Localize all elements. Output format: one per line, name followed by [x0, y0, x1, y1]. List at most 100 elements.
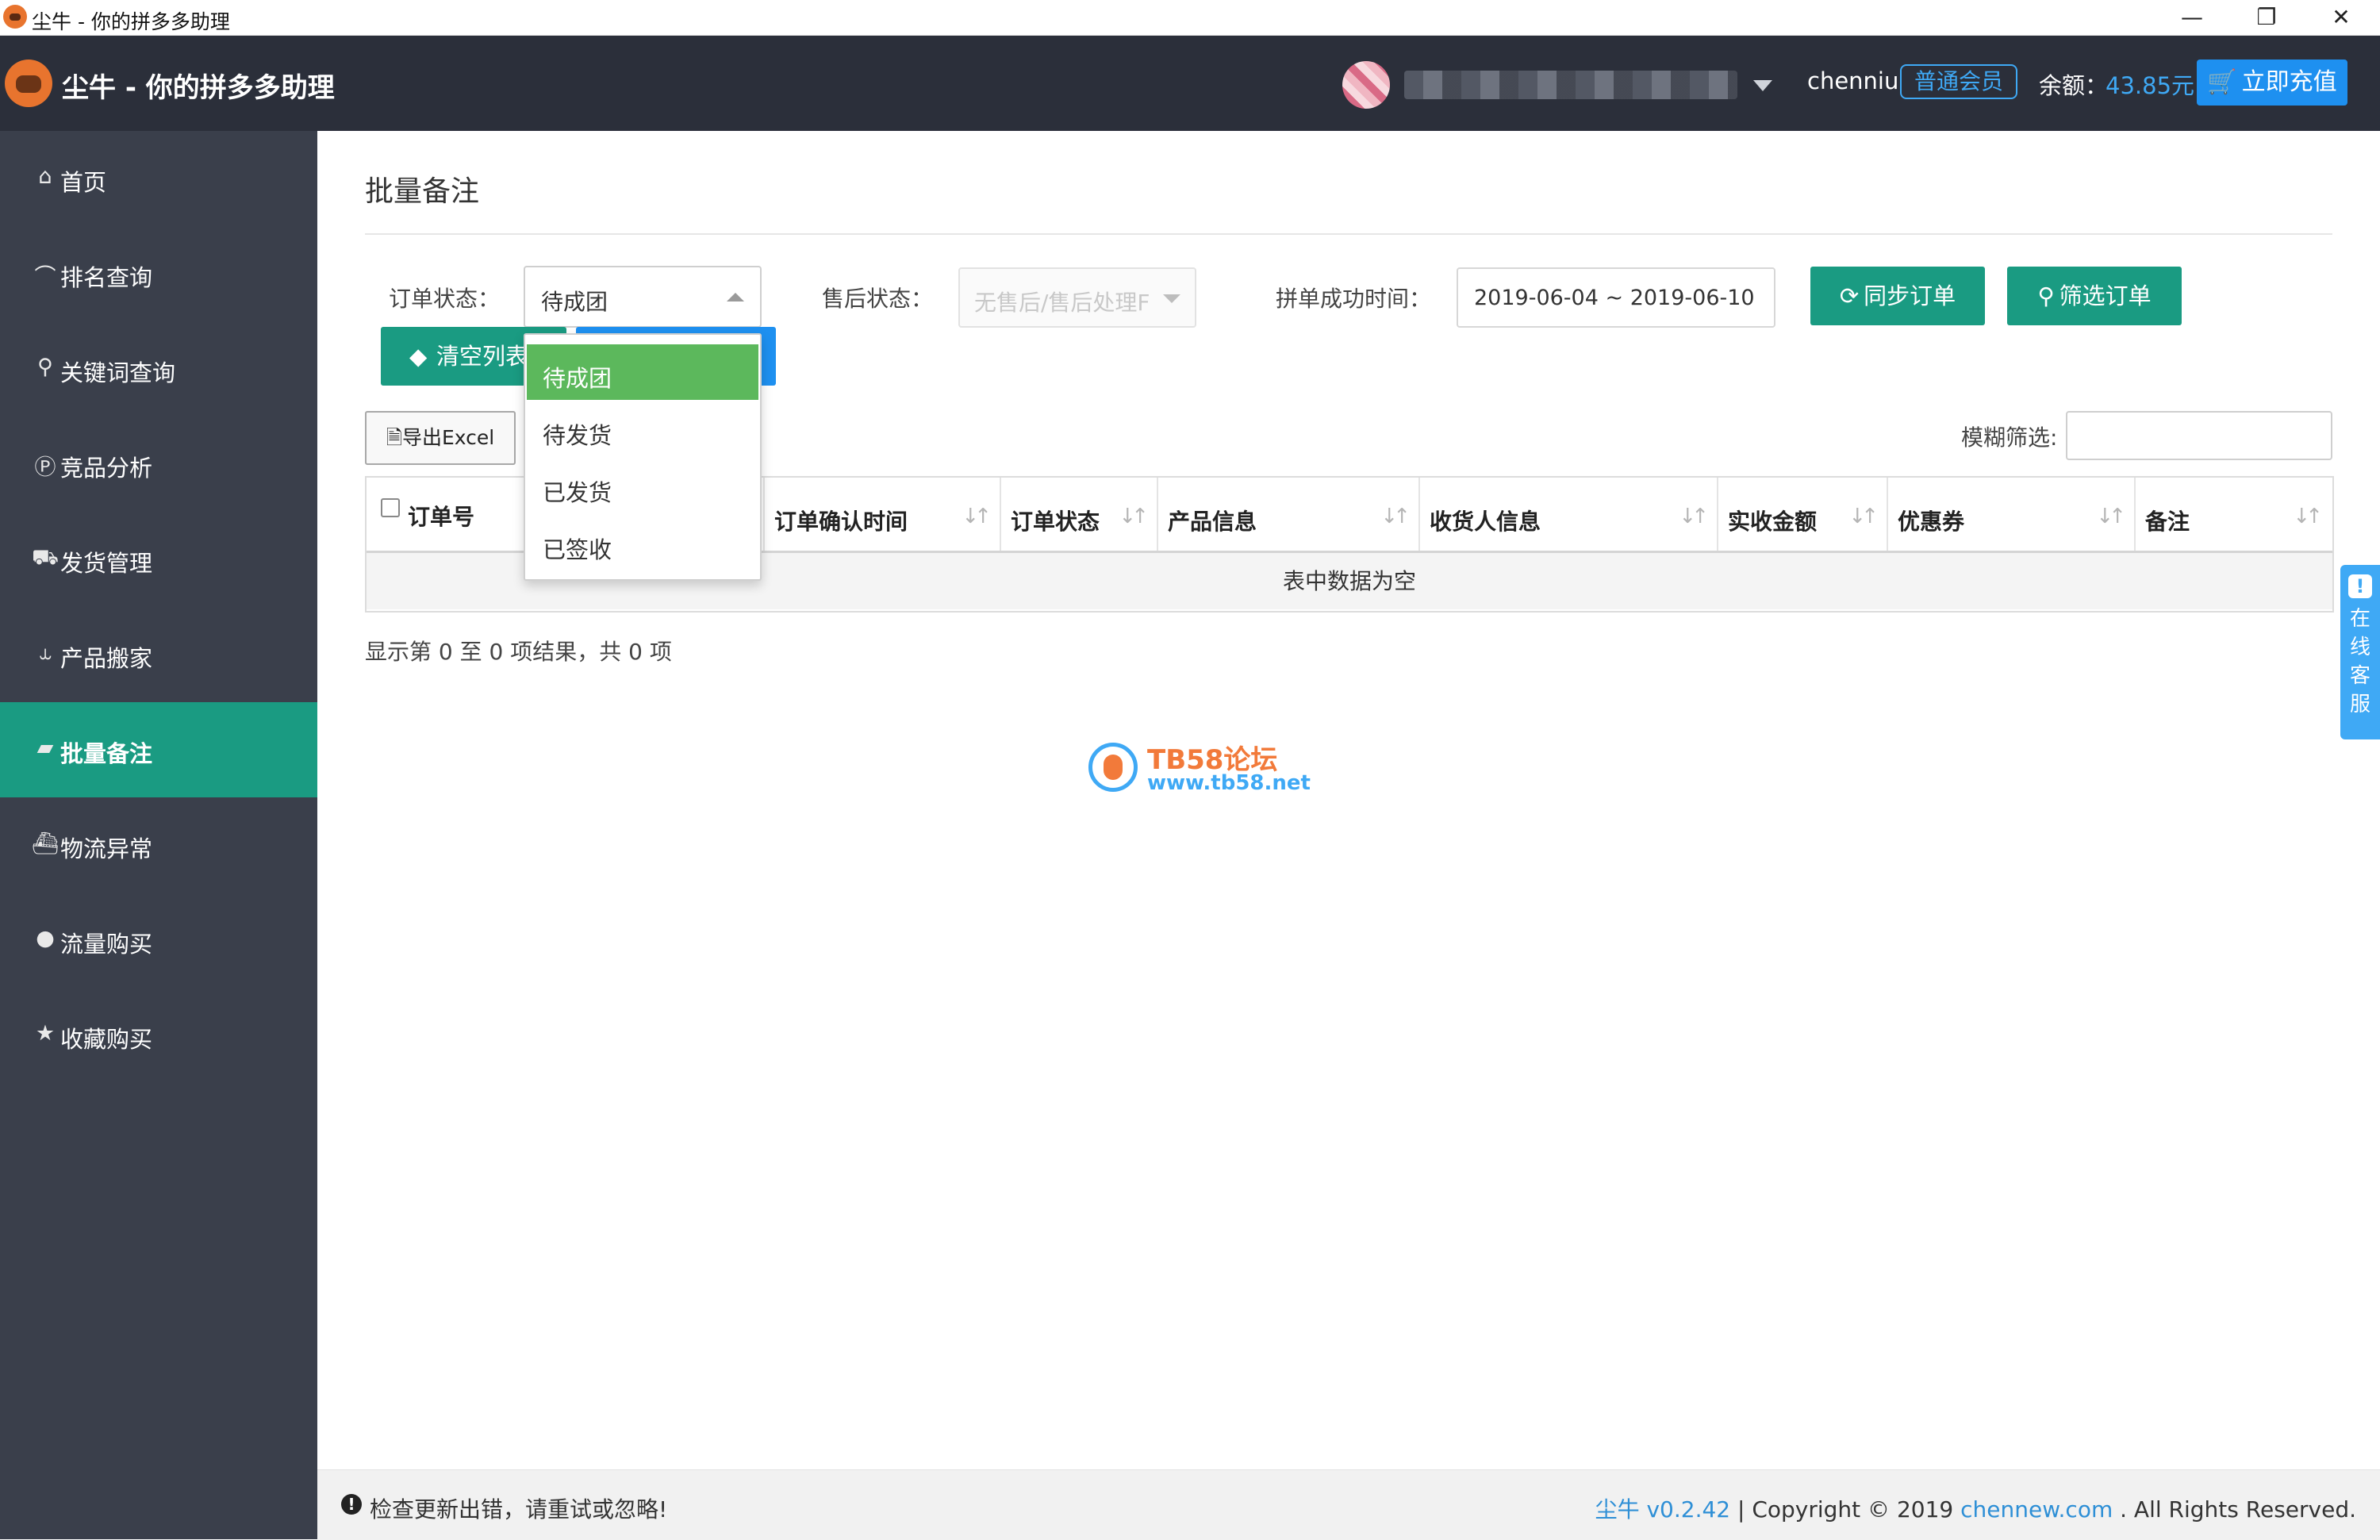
eraser-icon: ◆ — [409, 343, 428, 370]
sort-icon[interactable]: ↓↑ — [1848, 505, 1878, 528]
refresh-icon: ⟳ — [1839, 282, 1860, 309]
excel-file-icon: 🗎 — [386, 426, 402, 449]
member-badge[interactable]: 普通会员 — [1900, 64, 2017, 99]
app-logo-icon — [3, 5, 27, 29]
column-confirm-time[interactable]: 订单确认时间 ↓↑ — [763, 478, 1001, 551]
sidebar-item-logistics[interactable]: ⛴ 物流异常 — [0, 797, 317, 893]
sort-icon[interactable]: ↓↑ — [2293, 505, 2322, 528]
sidebar-item-ranking[interactable]: ⌒ 排名查询 — [0, 226, 317, 321]
date-range-input[interactable]: 2019-06-04 ~ 2019-06-10 — [1457, 267, 1775, 328]
recharge-label: 立即充值 — [2241, 68, 2337, 96]
column-label: 订单状态 — [1011, 509, 1100, 535]
dropdown-option[interactable]: 已发货 — [527, 459, 758, 514]
aftersale-select: 无售后/售后处理F — [958, 267, 1196, 328]
line-chart-icon: ⌒ — [34, 265, 56, 290]
fuzzy-filter-label: 模糊筛选: — [1961, 424, 2058, 451]
divider — [365, 233, 2332, 235]
truck-icon: ⛟ — [32, 545, 59, 570]
sidebar-item-competitor[interactable]: Ⓟ 竞品分析 — [0, 417, 317, 512]
sidebar-item-product-move[interactable]: ⥿ 产品搬家 — [0, 607, 317, 702]
chat-bubble-icon: ! — [2348, 574, 2372, 598]
column-coupon[interactable]: 优惠券 ↓↑ — [1887, 478, 2136, 551]
minimize-button[interactable]: — — [2155, 0, 2229, 35]
app-header: 尘牛 - 你的拼多多助理 chenniu 普通会员 余额： 43.85元 🛒 立即… — [0, 36, 2380, 131]
fuzzy-filter-input[interactable] — [2066, 411, 2332, 460]
order-status-label: 订单状态： — [389, 286, 501, 312]
restore-button[interactable]: ❐ — [2229, 0, 2304, 35]
shop-name-blurred — [1404, 71, 1737, 99]
column-receiver-info[interactable]: 收货人信息 ↓↑ — [1418, 478, 1718, 551]
app-logo-icon — [5, 60, 52, 107]
column-label: 订单号 — [408, 504, 475, 530]
online-support-tab[interactable]: ! 在线客服 — [2340, 565, 2380, 739]
sidebar-item-batch-note[interactable]: ▰ 批量备注 — [0, 702, 317, 797]
ship-icon: ⛴ — [32, 831, 60, 856]
sidebar-item-keyword[interactable]: ⚲ 关键词查询 — [0, 321, 317, 417]
sort-icon[interactable]: ↓↑ — [1119, 505, 1148, 528]
filter-orders-label: 筛选订单 — [2059, 282, 2152, 309]
avatar[interactable] — [1342, 61, 1390, 109]
chevron-down-icon — [1163, 294, 1180, 303]
sync-orders-button[interactable]: ⟳ 同步订单 — [1810, 267, 1985, 325]
column-product-info[interactable]: 产品信息 ↓↑ — [1157, 478, 1420, 551]
column-label: 订单确认时间 — [774, 509, 908, 535]
sort-icon[interactable]: ↓↑ — [962, 505, 991, 528]
sidebar-item-favorites[interactable]: ★ 收藏购买 — [0, 988, 317, 1083]
window-titlebar: 尘牛 - 你的拼多多助理 — ❐ ✕ — [0, 0, 2380, 36]
app-title: 尘牛 - 你的拼多多助理 — [62, 72, 335, 104]
clear-list-label: 清空列表 — [436, 343, 529, 370]
home-icon: ⌂ — [38, 164, 52, 189]
sticky-note-icon: ▰ — [36, 735, 54, 760]
version-link[interactable]: 尘牛 v0.2.42 — [1595, 1496, 1731, 1523]
product-hunt-icon: Ⓟ — [34, 455, 56, 480]
sidebar-item-label: 批量备注 — [60, 740, 153, 767]
aftersale-placeholder: 无售后/售后处理F — [974, 290, 1150, 316]
chevron-down-icon[interactable] — [1753, 80, 1772, 91]
copyright: 尘牛 v0.2.42 | Copyright © 2019 chennew.co… — [1595, 1492, 2356, 1524]
option-label: 已签收 — [543, 536, 612, 563]
export-excel-label: 导出Excel — [401, 426, 495, 449]
column-label: 优惠券 — [1898, 509, 1965, 535]
balance-value: 43.85元 — [2106, 72, 2195, 99]
sort-icon[interactable]: ↓↑ — [1679, 505, 1708, 528]
chevron-up-icon — [727, 293, 744, 301]
sidebar-item-label: 关键词查询 — [60, 359, 176, 386]
sort-icon[interactable]: ↓↑ — [2096, 505, 2125, 528]
sort-icon[interactable]: ↓↑ — [1380, 505, 1410, 528]
dropdown-option[interactable]: 已签收 — [527, 516, 758, 571]
copyright-text: | Copyright © 2019 — [1730, 1496, 1961, 1523]
site-link[interactable]: chennew.com — [1960, 1496, 2113, 1523]
sidebar-item-label: 物流异常 — [60, 835, 153, 862]
sidebar-item-home[interactable]: ⌂ 首页 — [0, 131, 317, 226]
cart-icon: 🛒 — [2207, 68, 2237, 96]
online-support-label: 在线客服 — [2349, 607, 2370, 716]
export-excel-button[interactable]: 🗎导出Excel — [365, 411, 516, 465]
date-range-value: 2019-06-04 ~ 2019-06-10 — [1474, 286, 1755, 310]
column-label: 备注 — [2145, 509, 2190, 535]
sidebar-item-label: 发货管理 — [60, 550, 153, 577]
filter-orders-button[interactable]: ⚲ 筛选订单 — [2007, 267, 2182, 325]
sidebar-item-shipping[interactable]: ⛟ 发货管理 — [0, 512, 317, 607]
window-title: 尘牛 - 你的拼多多助理 — [32, 10, 230, 33]
column-label: 收货人信息 — [1430, 509, 1541, 535]
order-status-select[interactable]: 待成团 — [524, 266, 762, 328]
dropdown-option[interactable]: 待成团 — [527, 344, 758, 400]
recharge-button[interactable]: 🛒 立即充值 — [2197, 60, 2347, 106]
dropdown-option[interactable]: 待发货 — [527, 401, 758, 457]
close-button[interactable]: ✕ — [2304, 0, 2378, 35]
sidebar-item-traffic[interactable]: ● 流量购买 — [0, 893, 317, 988]
date-label: 拼单成功时间： — [1276, 286, 1432, 312]
sidebar: ⌂ 首页 ⌒ 排名查询 ⚲ 关键词查询 Ⓟ 竞品分析 ⛟ 发货管理 ⥿ 产品搬家… — [0, 131, 317, 1539]
sidebar-item-label: 产品搬家 — [60, 645, 153, 672]
column-label: 产品信息 — [1168, 509, 1257, 535]
column-order-status[interactable]: 订单状态 ↓↑ — [1000, 478, 1158, 551]
select-all-checkbox[interactable] — [381, 498, 400, 517]
exclamation-circle-icon: ! — [341, 1494, 362, 1515]
sync-orders-label: 同步订单 — [1864, 282, 1956, 309]
column-paid-amount[interactable]: 实收金额 ↓↑ — [1717, 478, 1888, 551]
update-error-message: 检查更新出错，请重试或忽略! — [370, 1496, 668, 1523]
username: chenniu — [1807, 67, 1899, 94]
option-label: 待成团 — [543, 365, 612, 392]
aftersale-label: 售后状态： — [822, 286, 934, 312]
column-remark[interactable]: 备注 ↓↑ — [2134, 478, 2331, 551]
